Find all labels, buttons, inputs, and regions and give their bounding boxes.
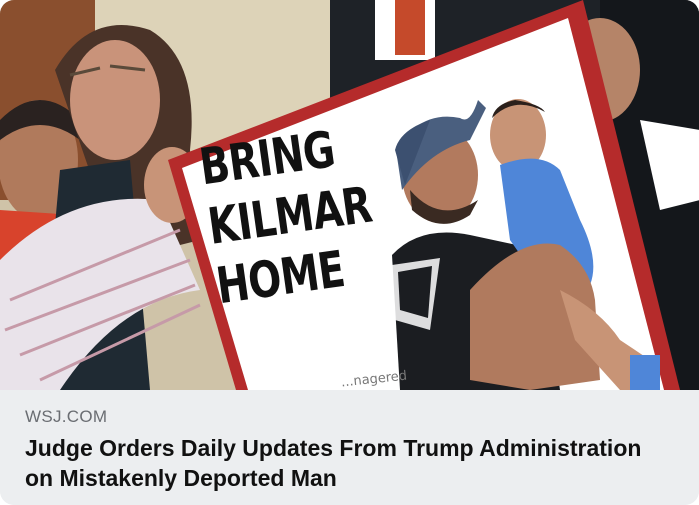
sign-text: BRING KILMAR HOME [196,110,419,316]
source-domain: WSJ.COM [25,407,108,426]
headline[interactable]: Judge Orders Daily Updates From Trump Ad… [25,433,675,493]
link-preview-card[interactable]: BRING KILMAR HOME ...nagered WSJ.COM Jud… [0,0,699,505]
preview-image: BRING KILMAR HOME ...nagered [0,0,699,390]
preview-footer[interactable]: WSJ.COM Judge Orders Daily Updates From … [0,390,699,505]
